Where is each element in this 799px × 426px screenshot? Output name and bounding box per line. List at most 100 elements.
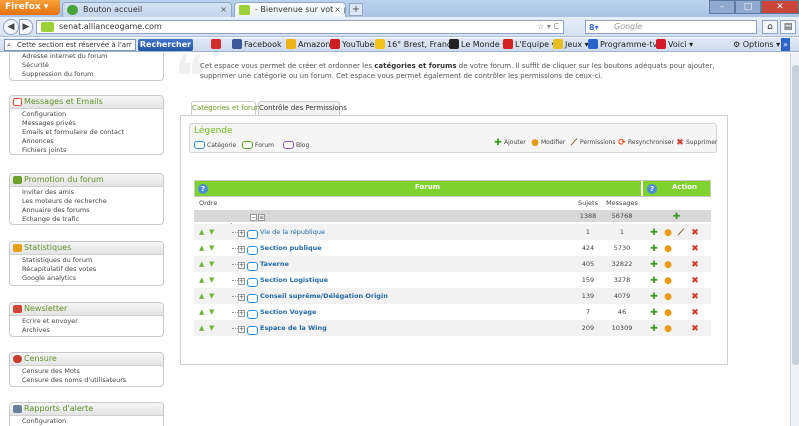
move-up-icon[interactable]: ▲ (199, 320, 204, 336)
tab-controle-permissions[interactable]: Contrôle des Permissions (258, 101, 347, 115)
edit-icon[interactable]: ● (664, 272, 674, 288)
sidebar-item[interactable]: Récapitulatif des votes (10, 265, 163, 274)
move-up-icon[interactable]: ▲ (199, 224, 204, 240)
sidebar-section-header[interactable]: Newsletter (10, 303, 163, 316)
sidebar-item[interactable]: Inviter des amis (10, 188, 163, 197)
edit-icon[interactable]: ● (664, 304, 674, 320)
delete-icon[interactable]: ✖ (691, 256, 701, 272)
forward-arrow-icon[interactable]: ▶ (19, 19, 33, 35)
permissions-icon[interactable]: ⟋ (677, 224, 687, 240)
bookmark-facebook[interactable]: Facebook (232, 38, 282, 51)
sidebar-item[interactable]: Fichiers joints (10, 146, 163, 155)
expand-toggle[interactable]: + (238, 304, 246, 320)
rechercher-button[interactable]: Rechercher (138, 39, 193, 51)
sidebar-section-header[interactable]: Statistiques (10, 242, 163, 255)
expand-toggle[interactable]: + (238, 288, 246, 304)
scrollbar-thumb[interactable] (792, 65, 799, 365)
sidebar-item[interactable]: Les moteurs de recherche (10, 197, 163, 206)
maximize-button[interactable]: □ (735, 0, 761, 14)
forum-name[interactable]: Espace de la Wing (260, 320, 327, 336)
tab-categories-forums[interactable]: Catégories et forums (191, 101, 266, 115)
move-up-icon[interactable]: ▲ (199, 304, 204, 320)
root-add-icon[interactable]: ✚ (644, 210, 711, 222)
move-down-icon[interactable]: ▼ (209, 320, 214, 336)
add-icon[interactable]: ✚ (650, 288, 660, 304)
forum-name[interactable]: Conseil suprême/Délégation Origin (260, 288, 388, 304)
move-down-icon[interactable]: ▼ (209, 304, 214, 320)
move-up-icon[interactable]: ▲ (199, 288, 204, 304)
sidebar-item[interactable]: Censure des noms d'utilisateurs (10, 376, 163, 385)
back-arrow-icon[interactable]: ◀ (3, 19, 19, 35)
firefox-menu-button[interactable]: Firefox ▾ (0, 0, 60, 15)
sidebar-item[interactable]: Censure des Mots (10, 367, 163, 376)
bookmark-weather[interactable]: 16° Brest, France (375, 38, 456, 51)
close-tab-icon[interactable]: × (334, 3, 341, 16)
web-search-input[interactable]: 8▾ Google (585, 20, 757, 34)
sidebar-item[interactable]: Configuration (10, 110, 163, 119)
help-icon[interactable]: ? (647, 184, 657, 194)
delete-icon[interactable]: ✖ (691, 272, 701, 288)
sidebar-item[interactable]: Echange de trafic (10, 215, 163, 224)
edit-icon[interactable]: ● (664, 240, 674, 256)
delete-icon[interactable]: ✖ (691, 224, 701, 240)
sidebar-section-header[interactable]: Censure (10, 353, 163, 366)
move-down-icon[interactable]: ▼ (209, 256, 214, 272)
expand-toggle[interactable]: + (238, 272, 246, 288)
bookmark-le-monde[interactable]: Le Monde ▾ (449, 38, 506, 51)
overflow-chevron-icon[interactable]: » (781, 38, 790, 51)
new-tab-button[interactable]: + (349, 3, 363, 16)
sidebar-item[interactable]: Messages privés (10, 119, 163, 128)
forum-name[interactable]: Section Voyage (260, 304, 316, 320)
sidebar-item[interactable]: Ecrire et envoyer (10, 317, 163, 326)
edit-icon[interactable]: ● (664, 320, 674, 336)
edit-icon[interactable]: ● (664, 256, 674, 272)
bookmark-programme-tv[interactable]: Programme-tv ▾ (588, 38, 664, 51)
forum-name[interactable]: Section publique (260, 240, 322, 256)
move-down-icon[interactable]: ▼ (209, 240, 214, 256)
sidebar-item[interactable]: Suppression du forum (10, 70, 163, 79)
sidebar-item[interactable]: Annuaire des forums (10, 206, 163, 215)
toolbar-search-input[interactable]: ⌕ Cette section est réservée à l'arr (4, 39, 136, 51)
sidebar-item[interactable]: Archives (10, 326, 163, 335)
move-up-icon[interactable]: ▲ (199, 240, 204, 256)
expand-toggle[interactable]: + (238, 256, 246, 272)
edit-icon[interactable]: ● (664, 288, 674, 304)
sidebar-item[interactable]: Sécurité (10, 61, 163, 70)
add-icon[interactable]: ✚ (650, 240, 660, 256)
root-expand-controls[interactable]: − ≡ (250, 210, 266, 222)
add-icon[interactable]: ✚ (650, 320, 660, 336)
sidebar-item[interactable]: Statistiques du forum (10, 256, 163, 265)
tab-bouton-accueil[interactable]: Bouton accueil × (62, 2, 232, 17)
tab-panneau-admin[interactable]: - Bienvenue sur votre panneau d'adm... × (234, 2, 346, 17)
delete-icon[interactable]: ✖ (691, 304, 701, 320)
bookmark-amazon[interactable]: Amazon (286, 38, 330, 51)
move-up-icon[interactable]: ▲ (199, 272, 204, 288)
bookmarks-icon[interactable]: ▤ (780, 20, 796, 34)
close-tab-icon[interactable]: × (220, 3, 227, 16)
move-down-icon[interactable]: ▼ (209, 288, 214, 304)
sidebar-item[interactable]: Configuration (10, 417, 163, 426)
sidebar-section-header[interactable]: Rapports d'alerte (10, 403, 163, 416)
help-icon[interactable]: ? (198, 184, 208, 194)
forum-name[interactable]: Section Logistique (260, 272, 328, 288)
delete-icon[interactable]: ✖ (691, 320, 701, 336)
bookmark-lequipe[interactable]: L'Equipe ▾ (503, 38, 556, 51)
add-icon[interactable]: ✚ (650, 304, 660, 320)
move-down-icon[interactable]: ▼ (209, 224, 214, 240)
minimize-button[interactable]: – (709, 0, 735, 14)
add-icon[interactable]: ✚ (650, 224, 660, 240)
page-scrollbar[interactable] (790, 53, 799, 426)
delete-icon[interactable]: ✖ (691, 288, 701, 304)
sidebar-item[interactable]: Adresse internet du forum (10, 53, 163, 61)
delete-icon[interactable]: ✖ (691, 240, 701, 256)
bookmark-voici[interactable]: Voici ▾ (656, 38, 693, 51)
ask-logo-icon[interactable] (211, 38, 223, 51)
edit-icon[interactable]: ● (664, 224, 674, 240)
move-down-icon[interactable]: ▼ (209, 272, 214, 288)
home-icon[interactable]: ⌂ (762, 20, 778, 34)
window-close-button[interactable]: ✕ (761, 0, 799, 14)
url-bar[interactable]: senat.allianceogame.com ☆ ▾ C (36, 20, 564, 34)
sidebar-section-header[interactable]: Messages et Emails (10, 96, 163, 109)
forum-name[interactable]: Vie de la république (260, 224, 325, 240)
bookmark-youtube[interactable]: YouTube (330, 38, 375, 51)
